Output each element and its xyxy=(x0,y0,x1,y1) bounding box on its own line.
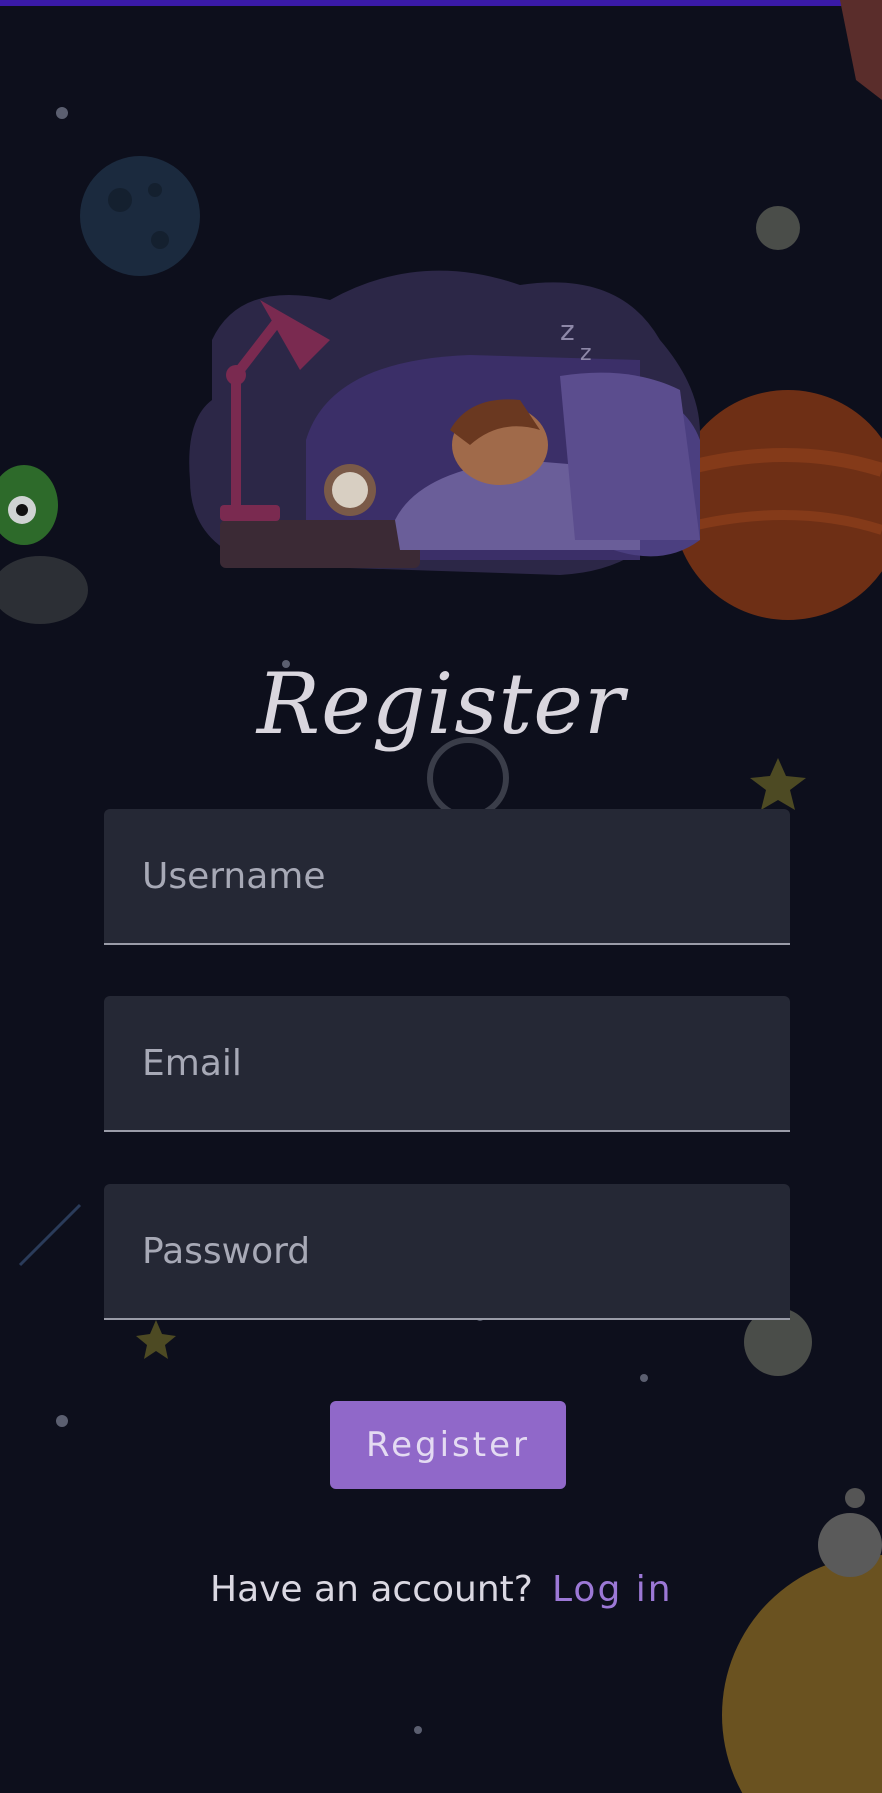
register-button[interactable]: Register xyxy=(330,1401,566,1489)
email-placeholder: Email xyxy=(142,1043,242,1084)
astronaut-illustration xyxy=(818,1513,882,1577)
email-field[interactable]: Email xyxy=(104,996,790,1132)
planet-illustration xyxy=(673,390,882,620)
svg-text:z: z xyxy=(580,341,592,366)
moon-surface-illustration xyxy=(722,1555,882,1793)
login-link[interactable]: Log in xyxy=(552,1560,673,1620)
sleeping-person-illustration: z z xyxy=(189,270,700,575)
password-placeholder: Password xyxy=(142,1231,311,1272)
star-illustration xyxy=(750,758,806,810)
password-field[interactable]: Password xyxy=(104,1184,790,1320)
username-placeholder: Username xyxy=(142,856,326,897)
username-field[interactable]: Username xyxy=(104,809,790,945)
page-title: Register xyxy=(256,655,626,753)
svg-text:z: z xyxy=(560,314,575,347)
have-account-text: Have an account? xyxy=(210,1569,533,1610)
asteroid-illustration xyxy=(756,206,800,250)
moon-illustration xyxy=(80,156,200,276)
alien-ufo-illustration xyxy=(0,556,88,624)
rocket-illustration xyxy=(840,0,882,100)
